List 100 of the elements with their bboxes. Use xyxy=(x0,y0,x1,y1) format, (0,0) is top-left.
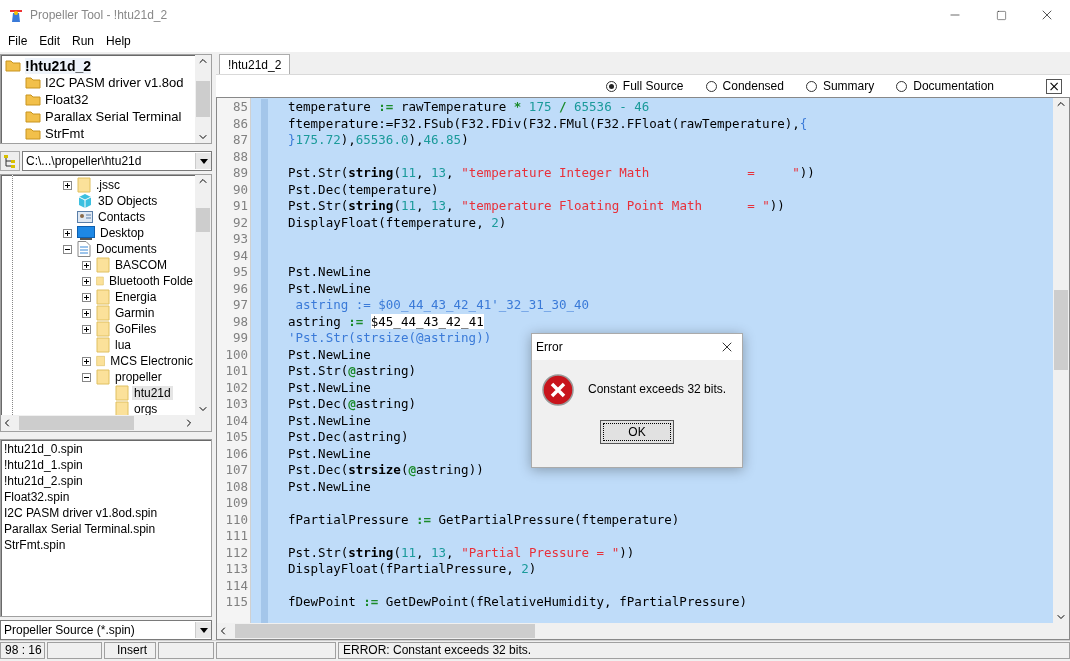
radio-label[interactable]: Full Source xyxy=(622,79,684,93)
radio-label[interactable]: Summary xyxy=(822,79,875,93)
folder-icon xyxy=(77,177,91,193)
folder-tree-item[interactable]: Contacts xyxy=(96,210,148,224)
status-cell: Insert xyxy=(104,642,156,659)
folder-tree-item[interactable]: Documents xyxy=(94,242,159,256)
dialog-message: Constant exceeds 32 bits. xyxy=(588,382,727,398)
file-list-item[interactable]: Float32.spin xyxy=(4,490,208,506)
line-number: 97 xyxy=(231,297,249,314)
scrollbar[interactable] xyxy=(217,623,1069,639)
expand-icon[interactable] xyxy=(82,356,91,366)
line-number: 107 xyxy=(224,462,249,479)
code-line: Pst.NewLine xyxy=(288,379,371,396)
radio-button[interactable] xyxy=(896,80,908,92)
radio-button[interactable] xyxy=(805,80,817,92)
line-number: 105 xyxy=(224,429,249,446)
menu-item[interactable]: Run xyxy=(66,32,101,50)
expand-icon[interactable] xyxy=(63,180,72,190)
radio-button[interactable] xyxy=(705,80,717,92)
ok-button[interactable]: OK xyxy=(600,420,674,444)
maximize-icon xyxy=(995,9,1007,21)
file-list-item[interactable]: !htu21d_2.spin xyxy=(4,474,208,490)
folder-icon xyxy=(96,369,110,385)
line-number: 111 xyxy=(224,528,249,545)
scrollbar-thumb[interactable] xyxy=(196,81,210,117)
radio-label[interactable]: Condensed xyxy=(722,79,784,93)
project-tree-item[interactable]: StrFmt xyxy=(45,126,84,141)
file-list-item[interactable]: !htu21d_0.spin xyxy=(4,442,208,458)
folder-icon xyxy=(25,93,41,106)
file-list-item[interactable]: Parallax Serial Terminal.spin xyxy=(4,522,208,538)
code-line: temperature := rawTemperature * 175 / 65536 - 46 xyxy=(288,99,650,116)
project-tree-item[interactable]: Parallax Serial Terminal xyxy=(45,109,182,124)
code-line: astring := $45_44_43_42_41 xyxy=(288,313,484,330)
scrollbar-thumb[interactable] xyxy=(196,208,210,232)
collapse-icon[interactable] xyxy=(63,244,72,254)
close-button[interactable]: × xyxy=(1046,78,1062,94)
status-message: ERROR: Constant exceeds 32 bits. xyxy=(338,642,1070,659)
folder-tree-item[interactable]: htu21d xyxy=(132,386,173,400)
status-cell: 98 : 16 xyxy=(0,642,45,659)
expand-icon[interactable] xyxy=(63,228,72,238)
folder-icon xyxy=(25,76,41,89)
scrollbar-thumb[interactable] xyxy=(19,416,134,430)
code-line: Pst.NewLine xyxy=(288,445,371,462)
menu-item[interactable]: File xyxy=(2,32,34,50)
radio-label[interactable]: Documentation xyxy=(913,79,994,93)
scrollbar[interactable] xyxy=(195,175,211,415)
project-tree-item[interactable]: Float32 xyxy=(45,92,89,107)
expand-icon[interactable] xyxy=(82,276,91,286)
folder-tree-item[interactable]: propeller xyxy=(113,370,164,384)
folder-tree-item[interactable]: GoFiles xyxy=(113,322,159,336)
tree-view-button[interactable] xyxy=(0,151,20,171)
folder-tree-item[interactable]: MCS Electronic xyxy=(108,354,195,368)
radio-button[interactable] xyxy=(605,80,617,92)
scrollbar[interactable] xyxy=(195,55,211,143)
code-line: ftemperature:=F32.FSub(F32.FDiv(F32.FMul(F32.FFloat(rawTemperature),{ xyxy=(288,115,808,132)
document-icon xyxy=(77,241,91,257)
line-number: 110 xyxy=(224,511,249,528)
code-line: Pst.Dec(astring) xyxy=(288,429,409,446)
scrollbar[interactable] xyxy=(1053,98,1069,623)
folder-tree-item[interactable]: BASCOM xyxy=(113,258,169,272)
file-list-item[interactable]: StrFmt.spin xyxy=(4,538,208,554)
folder-tree-item[interactable]: Desktop xyxy=(98,226,147,240)
expand-icon[interactable] xyxy=(82,260,91,270)
line-number: 103 xyxy=(224,396,249,413)
expand-icon[interactable] xyxy=(82,292,91,302)
line-number: 93 xyxy=(231,231,249,248)
folder-tree-item[interactable]: Garmin xyxy=(113,306,157,320)
file-list-item[interactable]: !htu21d_1.spin xyxy=(4,458,208,474)
folder-tree-item[interactable]: 3D Objects xyxy=(96,194,160,208)
code-line: Pst.NewLine xyxy=(288,264,371,281)
project-root-item[interactable]: !htu21d_2 xyxy=(25,57,92,74)
code-line: DisplayFloat(ftemperature, 2) xyxy=(288,214,507,231)
expand-icon[interactable] xyxy=(82,324,91,334)
menu-item[interactable]: Edit xyxy=(33,32,67,50)
scrollbar[interactable] xyxy=(1,415,211,431)
expand-icon[interactable] xyxy=(82,308,91,318)
file-list-item[interactable]: I2C PASM driver v1.8od.spin xyxy=(4,506,208,522)
filter-combo[interactable]: Propeller Source (*.spin) xyxy=(0,620,212,640)
code-editor[interactable] xyxy=(251,98,1053,623)
folder-tree-item[interactable]: Energia xyxy=(113,290,159,304)
folder-tree-item[interactable]: lua xyxy=(113,338,133,352)
scrollbar-thumb[interactable] xyxy=(1054,290,1068,370)
line-number: 108 xyxy=(224,478,249,495)
line-number: 101 xyxy=(224,363,249,380)
editor-tab[interactable]: !htu21d_2 xyxy=(219,54,291,74)
line-number: 113 xyxy=(224,561,249,578)
folder-tree-item[interactable]: Bluetooth Folde xyxy=(106,274,195,288)
scrollbar-thumb[interactable] xyxy=(235,624,535,638)
folder-icon xyxy=(96,337,110,353)
project-tree-item[interactable]: I2C PASM driver v1.8od xyxy=(45,75,184,90)
code-line: Pst.NewLine xyxy=(288,412,371,429)
path-combo[interactable]: C:\...\propeller\htu21d xyxy=(22,151,212,171)
line-number: 95 xyxy=(231,264,249,281)
folder-tree-item[interactable]: .jssc xyxy=(94,178,122,192)
error-icon xyxy=(542,374,574,406)
menu-item[interactable]: Help xyxy=(100,32,137,50)
folder-tree-item[interactable]: orgs xyxy=(132,402,160,415)
code-line: fDewPoint := GetDewPoint(fRelativeHumidity, fPartialPressure) xyxy=(288,594,748,611)
line-number: 96 xyxy=(231,280,249,297)
collapse-icon[interactable] xyxy=(82,372,91,382)
